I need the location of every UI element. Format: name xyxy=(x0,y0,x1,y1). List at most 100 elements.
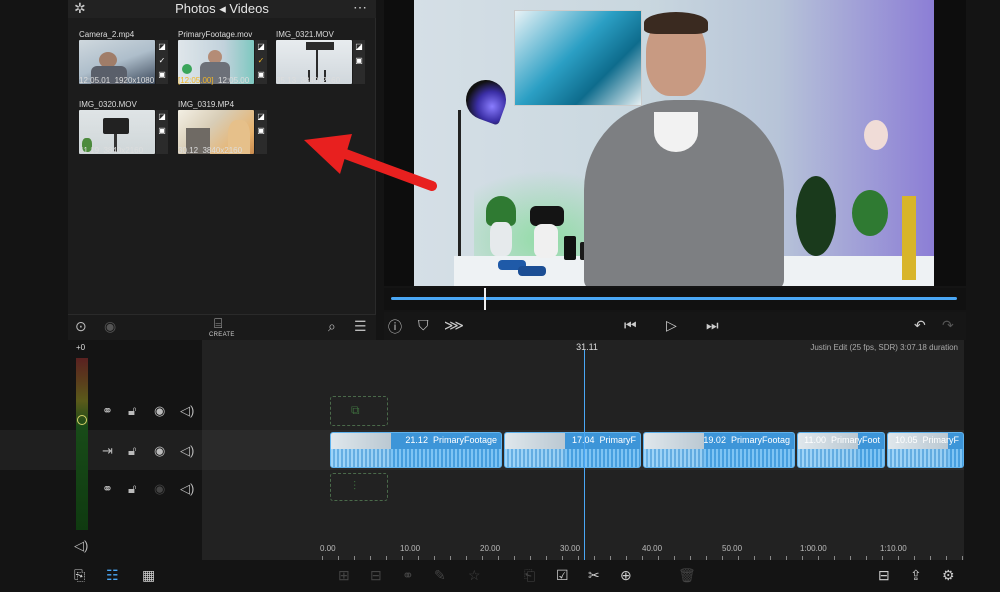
ruler-label: 10.00 xyxy=(400,544,421,553)
lock-icon[interactable]: 🔓︎ xyxy=(128,403,136,419)
undo-icon[interactable]: ↶ xyxy=(914,317,926,334)
media-item[interactable]: IMG_0320.MOV ◪ ▣ 41.19 3840x2160 xyxy=(79,100,171,162)
create-label[interactable]: CREATE xyxy=(209,332,235,338)
clip-waveform xyxy=(331,449,501,467)
clip-label: 11.00 PrimaryFoot xyxy=(804,435,880,445)
speaker-icon[interactable]: ◁) xyxy=(180,403,194,419)
insert-icon[interactable]: ⊞ xyxy=(338,567,350,584)
media-item-name: PrimaryFootage.mov xyxy=(178,30,253,39)
camera-lens xyxy=(564,236,576,260)
speaker-icon[interactable]: ◁) xyxy=(180,443,194,459)
media-item[interactable]: IMG_0321.MOV ◪ ▣ 35.13 3840x2160 xyxy=(276,30,368,92)
play-icon[interactable]: ▷ xyxy=(666,317,677,334)
timeline-clip[interactable]: 17.04 PrimaryF xyxy=(504,432,641,468)
plant xyxy=(852,190,888,236)
clip-label: 19.02 PrimaryFootag xyxy=(703,435,790,445)
import-icon[interactable]: ⎘ xyxy=(74,567,85,584)
viewer-scrubber[interactable] xyxy=(384,288,966,310)
create-icon[interactable]: ⌸ xyxy=(214,315,222,332)
ruler-label: 0.00 xyxy=(320,544,336,553)
clip-waveform xyxy=(798,449,884,467)
scissors-icon[interactable]: ✂ xyxy=(588,567,600,584)
main-track-header xyxy=(0,430,202,470)
ruler-label: 40.00 xyxy=(642,544,663,553)
timeline-playhead[interactable] xyxy=(584,350,585,560)
eye-icon[interactable]: ◉ xyxy=(154,443,165,459)
layout-icon[interactable]: ⊟ xyxy=(878,567,890,584)
sort-options-icon[interactable]: ☰ xyxy=(354,318,367,335)
edit-pencil-icon[interactable]: ✎ xyxy=(434,567,446,584)
replace-icon[interactable]: ⊟ xyxy=(370,567,382,584)
speaker-icon[interactable]: ◁) xyxy=(74,538,88,554)
link-icon[interactable]: ⚭ xyxy=(102,481,113,497)
search-icon[interactable]: ⌕ xyxy=(328,318,336,335)
lock-icon: ▣ xyxy=(158,70,166,79)
timeline-clip[interactable]: 19.02 PrimaryFootag xyxy=(643,432,795,468)
wall-painting xyxy=(514,10,642,106)
timeline-view-icon[interactable]: ☷ xyxy=(106,567,119,584)
clip-waveform xyxy=(505,449,640,467)
clip-label: 21.12 PrimaryFootage xyxy=(405,435,497,445)
link-clip-icon[interactable]: ⚭ xyxy=(402,567,414,584)
timeline-clip[interactable]: 11.00 PrimaryFoot xyxy=(797,432,885,468)
media-item-meta: 30.12 3840x2160 xyxy=(178,146,243,155)
timeline-clip[interactable]: 10.05 PrimaryF xyxy=(887,432,964,468)
volume-knob[interactable] xyxy=(77,415,87,425)
info-icon[interactable]: ⓘ xyxy=(388,317,402,337)
scrubber-playhead[interactable] xyxy=(484,288,486,310)
audio-track-placeholder[interactable]: ⫶ xyxy=(330,473,388,501)
desk-lamp xyxy=(460,74,512,126)
clipboard-icon[interactable]: ⎗ xyxy=(524,567,535,584)
overlay-track-placeholder[interactable]: ⧉ xyxy=(330,396,388,426)
lock-icon[interactable]: 🔓︎ xyxy=(128,481,136,497)
favorite-icon[interactable]: ☆ xyxy=(468,567,481,584)
add-effect-icon[interactable]: ⋙ xyxy=(444,317,464,334)
media-item[interactable]: Camera_2.mp4 ◪ ✓ ▣ 12:05.01 1920x1080 xyxy=(79,30,171,92)
timeline-ruler[interactable]: 0.00 10.00 20.00 30.00 40.00 50.00 1:00.… xyxy=(202,542,964,560)
annotation-arrow xyxy=(304,134,437,191)
clip-waveform xyxy=(644,449,794,467)
share-icon[interactable]: ⇪ xyxy=(910,567,922,584)
browser-title[interactable]: Photos ◂ Videos xyxy=(68,1,376,17)
dark-plant xyxy=(796,176,836,256)
media-item-badges: ◪ ✓ ▣ xyxy=(255,40,267,84)
timeline-clip[interactable]: 21.12 PrimaryFootage xyxy=(330,432,502,468)
presenter-hair xyxy=(644,12,708,34)
redo-icon[interactable]: ↷ xyxy=(942,317,954,334)
select-check-icon[interactable]: ⊙ xyxy=(75,318,87,335)
storyboard-icon[interactable]: ▦ xyxy=(142,567,155,584)
media-item-badges: ◪ ▣ xyxy=(156,110,168,154)
vr-headset xyxy=(530,206,564,226)
marker-icon[interactable]: ⛉ xyxy=(418,317,429,334)
camera-icon: ◪ xyxy=(257,112,265,121)
eye-icon[interactable]: ◉ xyxy=(154,403,165,419)
link-icon[interactable]: ⚭ xyxy=(102,403,113,419)
meter-label: +0 xyxy=(76,343,86,352)
lock-icon[interactable]: 🔓︎ xyxy=(128,443,136,459)
add-icon[interactable]: ⊕ xyxy=(620,567,632,584)
more-options-icon[interactable]: ⋯ xyxy=(353,0,367,16)
select-clip-icon[interactable]: ☑ xyxy=(556,567,569,584)
timeline[interactable]: 31.11 Justin Edit (25 fps, SDR) 3:07.18 … xyxy=(202,340,964,560)
skip-back-icon[interactable]: ⏮ xyxy=(624,317,637,334)
ripple-icon[interactable]: ⇥ xyxy=(102,443,113,459)
camera-icon: ◪ xyxy=(257,42,265,51)
media-item-badges: ◪ ▣ xyxy=(353,40,365,84)
plant-pot xyxy=(490,222,512,256)
scrubber-track[interactable] xyxy=(391,297,957,300)
media-item[interactable]: IMG_0319.MP4 ◪ ▣ 30.12 3840x2160 xyxy=(178,100,270,162)
preview-viewer[interactable] xyxy=(384,0,966,286)
camera-icon: ◪ xyxy=(355,42,363,51)
skip-forward-icon[interactable]: ⏭ xyxy=(706,317,719,334)
record-icon[interactable]: ◉ xyxy=(104,318,116,335)
check-icon: ✓ xyxy=(257,56,265,65)
speaker-icon[interactable]: ◁) xyxy=(180,481,194,497)
trash-icon[interactable]: 🗑︎ xyxy=(678,567,696,584)
book xyxy=(902,196,916,280)
media-item-name: IMG_0321.MOV xyxy=(276,30,334,39)
media-item-name: IMG_0320.MOV xyxy=(79,100,137,109)
settings-gear-icon[interactable]: ⚙ xyxy=(942,567,955,584)
media-item[interactable]: PrimaryFootage.mov ◪ ✓ ▣ [12:05.00] 12:05.… xyxy=(178,30,270,92)
eye-icon[interactable]: ◉ xyxy=(154,481,165,497)
bottom-toolbar: ⎘ ☷ ▦ ⊞ ⊟ ⚭ ✎ ☆ ⎗ ☑ ✂ ⊕ 🗑︎ ⊟ ⇪ ⚙ xyxy=(68,560,966,592)
